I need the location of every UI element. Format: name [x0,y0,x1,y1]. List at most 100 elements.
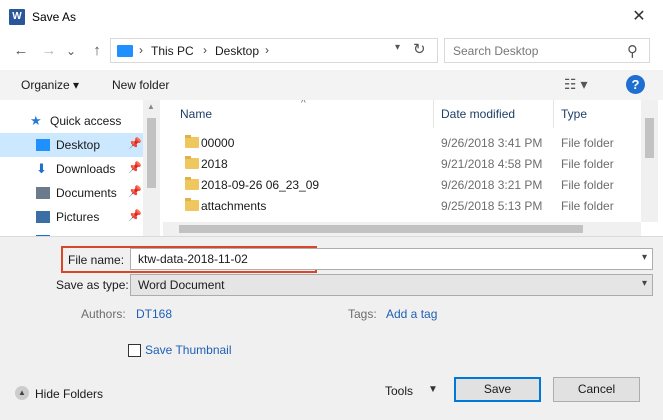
help-icon[interactable]: ? [626,75,645,94]
authors-value[interactable]: DT168 [136,307,172,321]
command-bar: Organize ▾ New folder ☷ ▾ ? [0,70,663,100]
sidebar-item-downloads[interactable]: ⬇ Downloads 📌 [0,157,143,181]
column-header-type[interactable]: Type [561,107,587,121]
forward-button[interactable]: → [38,40,60,62]
chevron-down-icon[interactable]: ▾ [642,252,647,263]
tools-button[interactable]: Tools [385,384,413,398]
file-list: ^ Name Date modified Type 00000 9/26/2018… [163,100,641,222]
scrollbar-thumb[interactable] [147,118,156,188]
date-modified-cell: 9/21/2018 4:58 PM [441,157,543,171]
folder-icon [185,156,199,169]
breadcrumb-separator[interactable]: › [203,43,207,57]
file-name-input[interactable]: ktw-data-2018-11-02 [138,252,248,266]
organize-button[interactable]: Organize ▾ [21,78,79,92]
sidebar-item-pictures[interactable]: Pictures 📌 [0,205,143,229]
file-name-field[interactable]: ktw-data-2018-11-02 ▾ [130,248,653,270]
column-header-name[interactable]: Name [180,107,212,121]
folder-icon [185,135,199,148]
table-row[interactable]: 2018-09-26 06_23_09 9/26/2018 3:21 PM File… [163,174,641,195]
pin-icon[interactable]: 📌 [128,185,142,198]
type-cell: File folder [561,157,614,171]
date-modified-cell: 9/26/2018 3:21 PM [441,178,543,192]
tools-dropdown-icon[interactable]: ▼ [428,384,438,395]
star-icon: ★ [30,113,42,128]
date-modified-cell: 9/25/2018 5:13 PM [441,199,543,213]
breadcrumb-this-pc[interactable]: This PC [151,44,194,58]
file-list-horizontal-scrollbar[interactable] [163,222,641,236]
breadcrumb-desktop[interactable]: Desktop [215,44,259,58]
sort-ascending-icon: ^ [301,100,306,109]
table-row[interactable]: attachments 9/25/2018 5:13 PM File folder [163,195,641,216]
pin-icon[interactable]: 📌 [128,209,142,222]
navigation-scrollbar[interactable]: ▲ [143,100,160,236]
date-modified-cell: 9/26/2018 3:41 PM [441,136,543,150]
file-name-cell: 2018-09-26 06_23_09 [201,178,320,192]
breadcrumb-separator[interactable]: › [265,43,269,57]
search-input[interactable]: Search Desktop [453,44,538,58]
save-thumbnail-checkbox[interactable] [128,344,141,357]
pin-icon[interactable]: 📌 [128,161,142,174]
chevron-up-icon[interactable]: ▲ [15,386,29,400]
back-button[interactable]: ← [10,40,32,62]
word-icon: W [9,9,25,25]
sidebar-item-quick-access[interactable]: ★ Quick access [0,109,143,133]
recent-locations-button[interactable]: ⌄ [60,40,82,62]
type-cell: File folder [561,136,614,150]
up-button[interactable]: ↑ [86,40,108,62]
breadcrumb-separator[interactable]: › [139,43,143,57]
file-name-cell: 2018 [201,157,228,171]
desktop-icon [36,139,50,151]
folder-icon [185,198,199,211]
title-bar: W Save As ✕ [0,0,663,34]
file-list-vertical-scrollbar[interactable] [641,100,658,222]
download-icon: ⬇ [36,161,47,176]
type-cell: File folder [561,178,614,192]
folder-icon [185,177,199,190]
refresh-icon[interactable]: ↻ [413,40,426,58]
tags-label: Tags: [348,307,377,321]
sidebar-item-label: Quick access [50,114,122,128]
close-button[interactable]: ✕ [626,4,652,30]
authors-label: Authors: [81,307,126,321]
column-divider[interactable] [433,100,434,128]
sidebar-item-music[interactable]: Music [0,229,143,236]
sidebar-item-label: Desktop [56,138,101,152]
address-bar[interactable]: › This PC › Desktop › ▾ ↻ [110,38,438,63]
cancel-button[interactable]: Cancel [553,377,640,402]
address-dropdown-icon[interactable]: ▾ [395,42,400,53]
new-folder-button[interactable]: New folder [112,78,169,92]
pin-icon[interactable]: 📌 [128,137,142,150]
type-cell: File folder [561,199,614,213]
file-name-cell: 00000 [201,136,235,150]
sidebar-item-label: Documents [56,186,117,200]
sidebar-item-label: Pictures [56,210,100,224]
this-pc-icon [117,45,133,57]
file-name-cell: attachments [201,199,267,213]
window-title: Save As [32,10,77,24]
chevron-down-icon[interactable]: ▾ [642,278,647,289]
sidebar-item-documents[interactable]: Documents 📌 [0,181,143,205]
save-as-type-select[interactable]: Word Document ▾ [130,274,653,296]
scrollbar-thumb[interactable] [179,225,583,233]
search-box[interactable]: Search Desktop ⚲ [444,38,650,63]
table-row[interactable]: 2018 9/21/2018 4:58 PM File folder [163,153,641,174]
scrollbar-thumb[interactable] [645,118,654,158]
table-row[interactable]: 00000 9/26/2018 3:41 PM File folder [163,132,641,153]
file-name-label: File name: [68,253,125,267]
search-icon[interactable]: ⚲ [627,42,638,60]
hide-folders-button[interactable]: Hide Folders [35,387,103,401]
documents-icon [36,187,50,199]
save-as-type-label: Save as type: [56,278,129,292]
save-thumbnail-label[interactable]: Save Thumbnail [145,343,232,357]
scroll-up-icon[interactable]: ▲ [147,102,155,111]
column-divider[interactable] [553,100,554,128]
save-as-type-value[interactable]: Word Document [138,278,224,292]
tags-value[interactable]: Add a tag [386,307,437,321]
pictures-icon [36,211,50,223]
sidebar-item-desktop[interactable]: Desktop 📌 [0,133,143,157]
navigation-pane: ★ Quick access Desktop 📌 ⬇ Downloads 📌 Document… [0,100,160,236]
change-view-button[interactable]: ☷ ▾ [564,76,587,93]
save-button[interactable]: Save [454,377,541,402]
sidebar-item-label: Downloads [56,162,116,176]
column-header-date-modified[interactable]: Date modified [441,107,515,121]
